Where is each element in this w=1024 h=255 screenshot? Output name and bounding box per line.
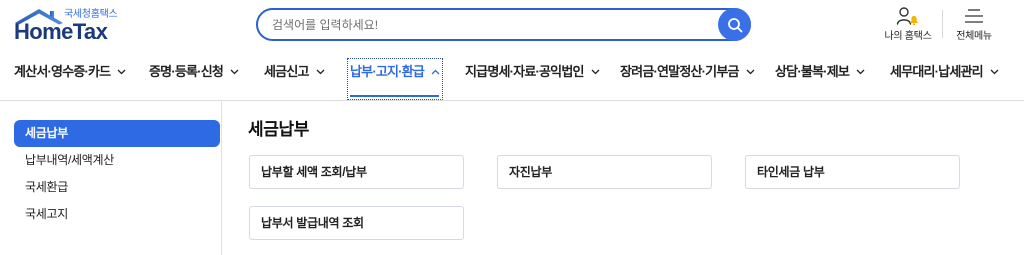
nav-item-invoices-receipts-cards[interactable]: 계산서·영수증·카드 [11, 58, 129, 100]
sidebar-item-tax-refund[interactable]: 국세환급 [14, 174, 220, 201]
chevron-up-icon [431, 69, 440, 75]
nav-item-tax-agent-management[interactable]: 세무대리·납세관리 [887, 58, 1002, 100]
search-button[interactable] [718, 8, 751, 41]
sidebar-item-tax-payment[interactable]: 세금납부 [14, 120, 220, 147]
nav-item-label: 계산서·영수증·카드 [14, 64, 111, 79]
sidebar-item-label: 국세환급 [25, 180, 68, 194]
all-menu-button[interactable]: 전체메뉴 [944, 6, 1004, 44]
search-input[interactable] [272, 10, 712, 39]
nav-item-label: 지급명세·자료·공익법인 [465, 64, 584, 79]
chevron-down-icon [990, 69, 999, 75]
nav-item-label: 상담·불복·제보 [775, 64, 850, 79]
nav-item-label: 장려금·연말정산·기부금 [620, 64, 739, 79]
nav-item-label: 세무대리·납세관리 [890, 64, 984, 79]
chevron-down-icon [591, 69, 600, 75]
chevron-down-icon [230, 69, 239, 75]
sidebar-divider [221, 101, 222, 255]
my-hometax-label: 나의 홈택스 [884, 31, 932, 42]
card-query-payable-tax[interactable]: 납부할 세액 조회/납부 [249, 155, 464, 189]
page-title: 세금납부 [248, 120, 309, 139]
main-nav: 계산서·영수증·카드 증명·등록·신청 세금신고 납부·고지·환급 지급명세·자… [0, 58, 1024, 101]
nav-item-certificates-registration[interactable]: 증명·등록·신청 [146, 58, 242, 100]
card-pay-others-tax[interactable]: 타인세금 납부 [745, 155, 960, 189]
nav-item-consult-appeal-report[interactable]: 상담·불복·제보 [772, 58, 868, 100]
chevron-down-icon [746, 69, 755, 75]
user-bell-icon [896, 6, 920, 26]
card-payment-slip-history[interactable]: 납부서 발급내역 조회 [249, 206, 464, 240]
sidebar-item-tax-notice[interactable]: 국세고지 [14, 201, 220, 228]
nav-item-payment-notice-refund[interactable]: 납부·고지·환급 [347, 58, 444, 100]
sidebar-item-label: 납부내역/세액계산 [25, 153, 114, 167]
hamburger-menu-icon [965, 6, 983, 26]
all-menu-label: 전체메뉴 [956, 31, 992, 42]
my-hometax-button[interactable]: 나의 홈택스 [878, 6, 938, 44]
logo-title: HomeTax [14, 19, 108, 44]
nav-item-label: 증명·등록·신청 [149, 64, 224, 79]
hometax-logo-link[interactable]: 국세청홈택스 HomeTax [14, 6, 118, 44]
card-label: 납부할 세액 조회/납부 [261, 165, 367, 179]
sidebar-item-label: 세금납부 [25, 126, 68, 140]
search-icon [727, 17, 742, 32]
sidebar-item-payment-history[interactable]: 납부내역/세액계산 [14, 147, 220, 174]
nav-item-label: 세금신고 [264, 64, 309, 79]
header-divider [942, 10, 943, 38]
chevron-down-icon [117, 69, 126, 75]
chevron-down-icon [316, 69, 325, 75]
search-bar [256, 8, 751, 41]
chevron-down-icon [856, 69, 865, 75]
sidebar-item-label: 국세고지 [25, 207, 68, 221]
card-label: 타인세금 납부 [757, 165, 825, 179]
nav-item-payment-statements-public-corps[interactable]: 지급명세·자료·공익법인 [462, 58, 603, 100]
card-label: 자진납부 [509, 165, 552, 179]
nav-item-tax-filing[interactable]: 세금신고 [261, 58, 328, 100]
card-label: 납부서 발급내역 조회 [261, 216, 364, 230]
nav-item-label: 납부·고지·환급 [350, 64, 425, 79]
card-self-payment[interactable]: 자진납부 [497, 155, 712, 189]
nav-item-incentives-year-end-donations[interactable]: 장려금·연말정산·기부금 [617, 58, 758, 100]
